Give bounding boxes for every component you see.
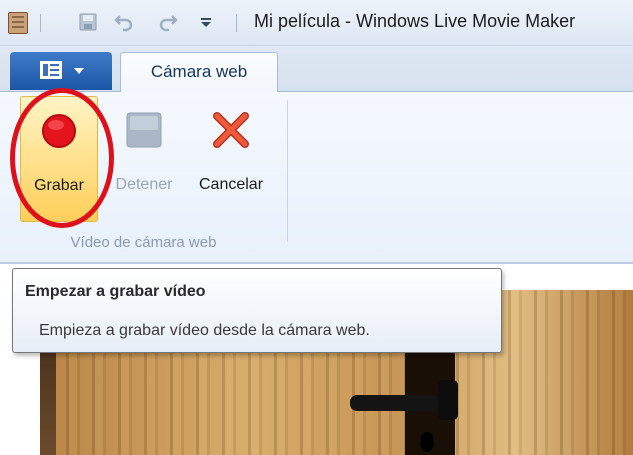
chevron-down-icon — [74, 68, 84, 74]
cancel-label: Cancelar — [198, 176, 264, 193]
tooltip-description: Empieza a grabar vídeo desde la cámara w… — [39, 322, 370, 339]
highlight-annotation — [10, 88, 114, 228]
toolbar-separator — [40, 14, 41, 32]
redo-icon[interactable] — [158, 12, 178, 32]
tab-webcam[interactable]: Cámara web — [120, 52, 278, 93]
window-title: Mi película - Windows Live Movie Maker — [254, 11, 576, 31]
close-icon — [213, 112, 249, 148]
ribbon-bottom-border — [0, 262, 633, 264]
application-menu-icon — [40, 61, 62, 79]
stop-label: Detener — [115, 176, 173, 193]
record-tooltip: Empezar a grabar vídeo Empieza a grabar … — [12, 268, 502, 353]
cancel-button[interactable]: Cancelar — [186, 96, 276, 222]
keyhole — [420, 432, 434, 452]
door-handle-plate — [438, 380, 458, 420]
ribbon-group-separator — [287, 100, 288, 242]
film-strip-icon[interactable] — [8, 12, 28, 34]
undo-icon[interactable] — [114, 12, 134, 32]
stop-icon — [126, 112, 162, 148]
application-menu-button[interactable] — [10, 52, 112, 90]
ribbon-group-label: Vídeo de cámara web — [70, 234, 217, 251]
toolbar-separator — [236, 14, 237, 32]
door-handle — [350, 395, 440, 411]
stop-button[interactable]: Detener — [104, 96, 184, 222]
title-bar: Mi película - Windows Live Movie Maker — [0, 0, 633, 46]
save-icon[interactable] — [78, 12, 98, 32]
customize-dropdown-icon[interactable] — [196, 12, 216, 32]
tooltip-title: Empezar a grabar vídeo — [25, 283, 206, 300]
